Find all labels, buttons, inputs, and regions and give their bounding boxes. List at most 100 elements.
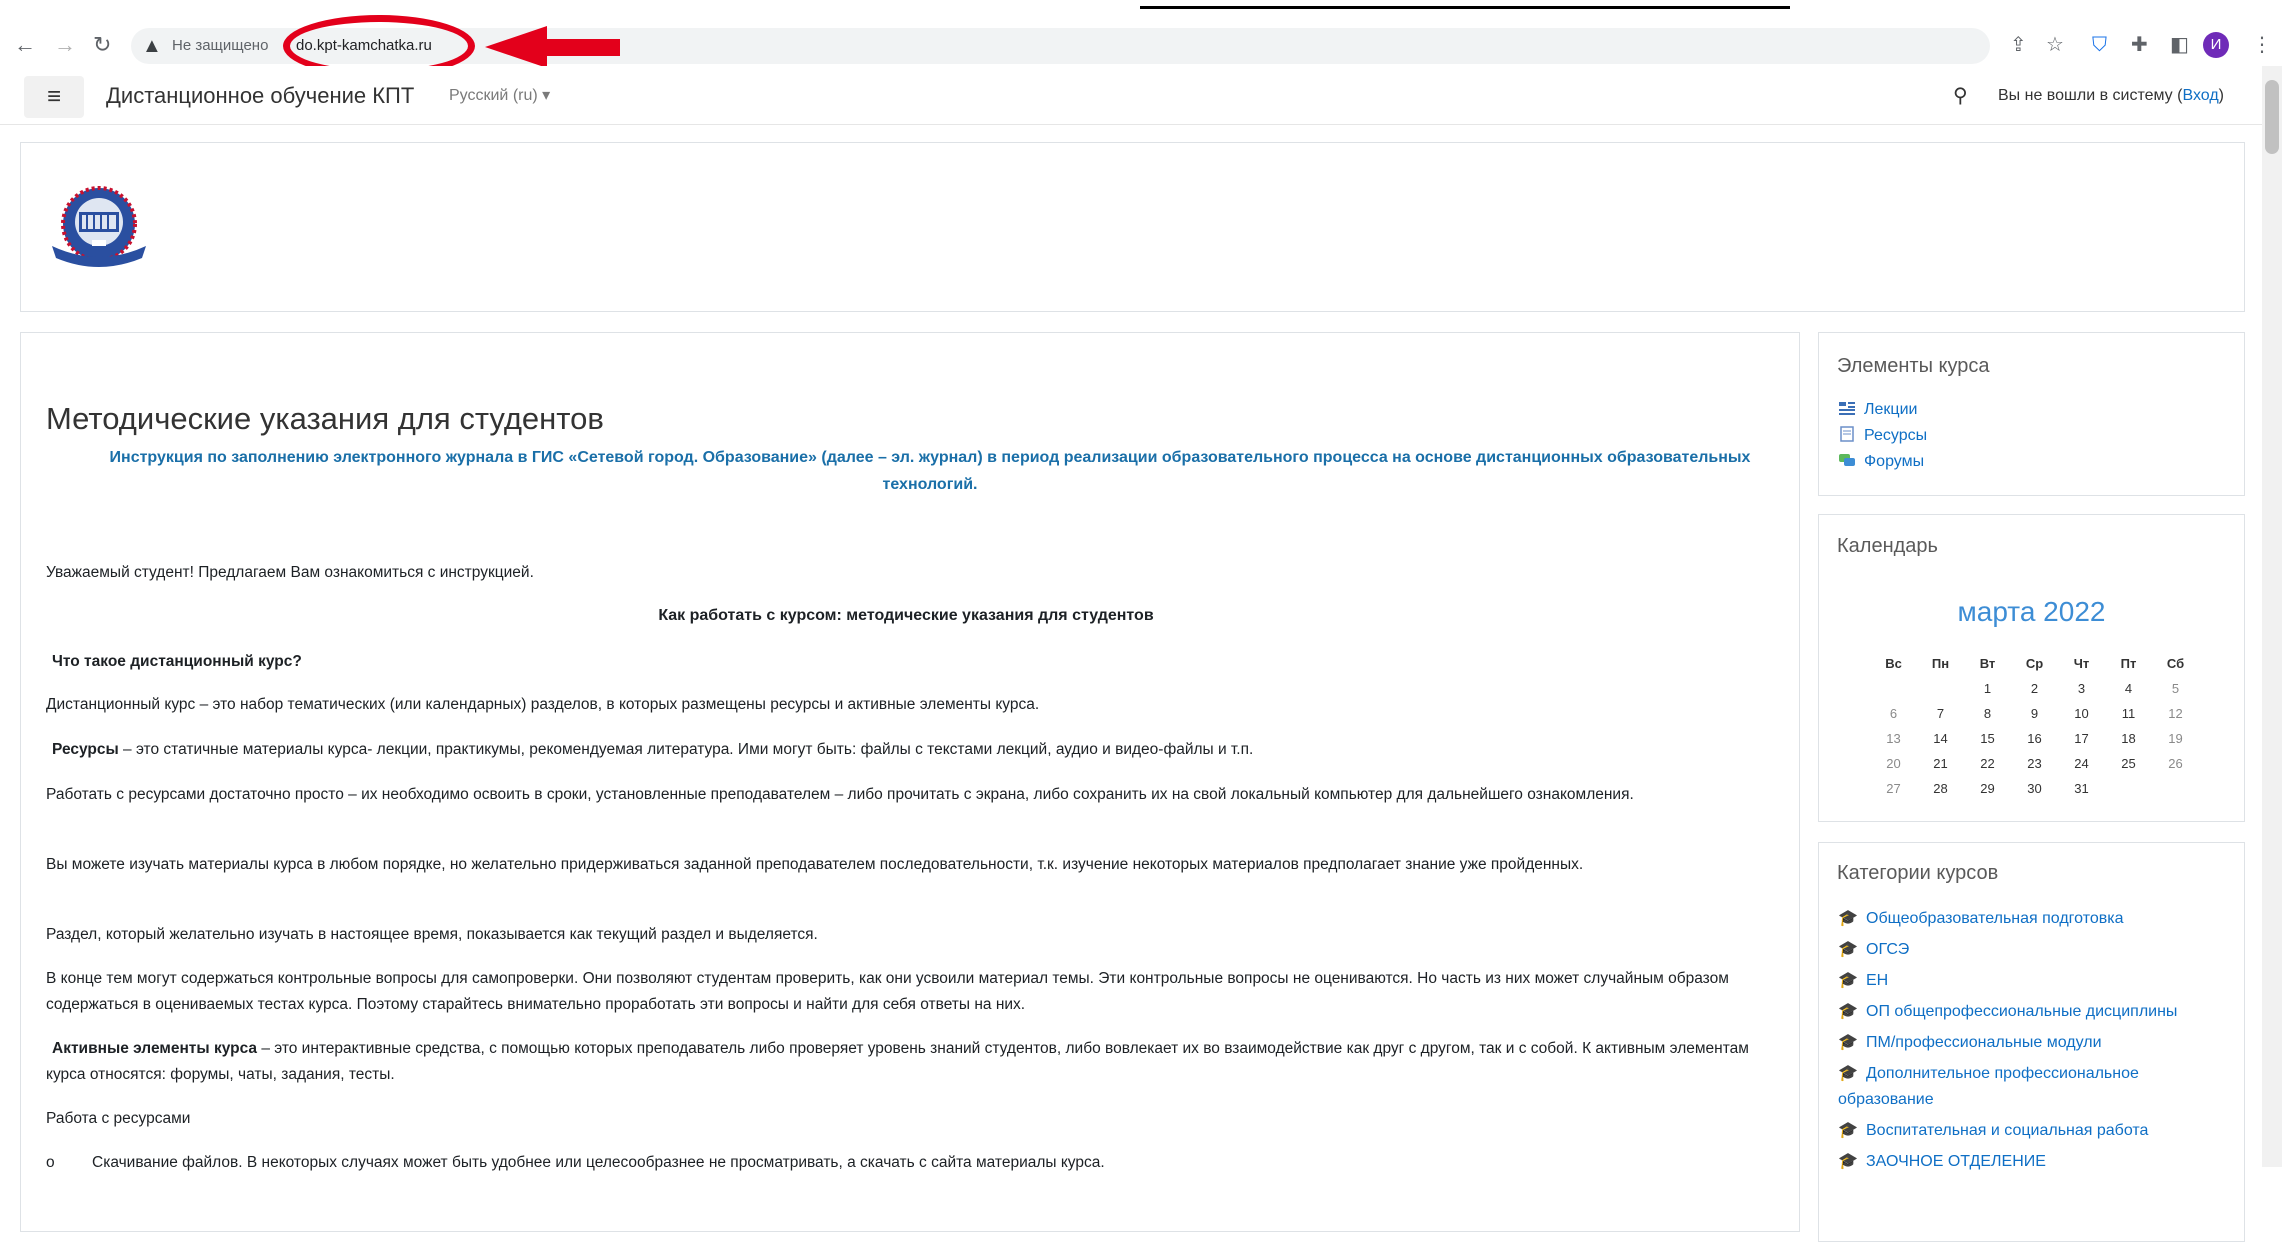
calendar-grid: Вс Пн Вт Ср Чт Пт Сб 1 2 3 4 5 6 7 8 9 1… <box>1870 650 2199 801</box>
calendar-day[interactable]: 12 <box>2152 701 2199 726</box>
calendar-day[interactable] <box>1870 676 1917 701</box>
calendar-week: 13 14 15 16 17 18 19 <box>1870 726 2199 751</box>
weekday: Ср <box>2025 655 2044 671</box>
calendar-day[interactable]: 9 <box>2011 701 2058 726</box>
weekday: Вт <box>1979 655 1996 671</box>
category-link[interactable]: 🎓 ЗАОЧНОЕ ОТДЕЛЕНИЕ <box>1838 1149 2238 1175</box>
search-icon[interactable]: ⚲ <box>1953 82 1968 110</box>
calendar-day[interactable]: 6 <box>1870 701 1917 726</box>
graduation-cap-icon: 🎓 <box>1838 1065 1858 1082</box>
calendar-day[interactable]: 22 <box>1964 751 2011 776</box>
calendar-day[interactable]: 25 <box>2105 751 2152 776</box>
calendar-day[interactable]: 8 <box>1964 701 2011 726</box>
annotation-arrow-head <box>485 26 547 68</box>
calendar-day[interactable]: 21 <box>1917 751 1964 776</box>
insecure-label[interactable]: Не защищено <box>172 34 268 58</box>
calendar-week: 6 7 8 9 10 11 12 <box>1870 701 2199 726</box>
page-scrollbar[interactable] <box>2262 66 2282 1167</box>
calendar-week: 1 2 3 4 5 <box>1870 676 2199 701</box>
calendar-day[interactable]: 14 <box>1917 726 1964 751</box>
calendar-day[interactable]: 28 <box>1917 776 1964 801</box>
star-icon[interactable]: ☆ <box>2046 30 2064 60</box>
resources-text: Ресурсы – это статичные материалы курса-… <box>52 741 1254 758</box>
calendar-title: Календарь <box>1837 535 1938 557</box>
reload-icon[interactable]: ↻ <box>93 30 111 60</box>
study-order-text: Вы можете изучать материалы курса в любо… <box>46 856 1584 873</box>
calendar-day[interactable]: 10 <box>2058 701 2105 726</box>
graduation-cap-icon: 🎓 <box>1838 972 1858 989</box>
calendar-day[interactable]: 20 <box>1870 751 1917 776</box>
scrollbar-thumb[interactable] <box>2265 80 2279 154</box>
calendar-day[interactable]: 29 <box>1964 776 2011 801</box>
calendar-day[interactable] <box>1917 676 1964 701</box>
how-to-heading: Как работать с курсом: методические указ… <box>658 607 1154 624</box>
graduation-cap-icon: 🎓 <box>1838 910 1858 927</box>
instruction-link[interactable]: Инструкция по заполнению электронного жу… <box>80 444 1780 498</box>
calendar-day[interactable]: 4 <box>2105 676 2152 701</box>
weekday: Пт <box>2120 655 2137 671</box>
course-element-forums[interactable]: Форумы <box>1838 450 1924 474</box>
course-definition-text: Дистанционный курс – это набор тематичес… <box>46 696 1040 713</box>
calendar-day[interactable]: 11 <box>2105 701 2152 726</box>
calendar-month[interactable]: марта 2022 <box>1818 592 2245 632</box>
calendar-day[interactable]: 7 <box>1917 701 1964 726</box>
weekday: Пн <box>1931 655 1950 671</box>
login-link[interactable]: Вход <box>2182 87 2218 104</box>
calendar-day[interactable]: 19 <box>2152 726 2199 751</box>
language-dropdown[interactable]: Русский (ru) ▾ <box>449 84 550 108</box>
category-link[interactable]: 🎓 Общеобразовательная подготовка <box>1838 906 2238 932</box>
calendar-day[interactable]: 1 <box>1964 676 2011 701</box>
graduation-cap-icon: 🎓 <box>1838 941 1858 958</box>
course-categories-title: Категории курсов <box>1837 862 1999 884</box>
category-link[interactable]: 🎓 ПМ/профессиональные модули <box>1838 1030 2238 1056</box>
calendar-day[interactable]: 3 <box>2058 676 2105 701</box>
calendar-day[interactable]: 23 <box>2011 751 2058 776</box>
calendar-day[interactable]: 31 <box>2058 776 2105 801</box>
course-element-lectures[interactable]: Лекции <box>1838 398 1917 422</box>
share-icon[interactable]: ⇪ <box>2010 30 2027 60</box>
login-status: Вы не вошли в систему (Вход) <box>1998 87 2224 104</box>
language-label: Русский (ru) <box>449 87 538 104</box>
warning-icon[interactable]: ▲ <box>142 32 162 60</box>
back-icon[interactable]: ← <box>14 30 36 60</box>
menu-dots-icon[interactable]: ⋮ <box>2252 30 2272 60</box>
lecture-icon <box>1839 402 1855 415</box>
calendar-day[interactable]: 30 <box>2011 776 2058 801</box>
category-link[interactable]: 🎓 Дополнительное профессиональное образов… <box>1838 1061 2238 1113</box>
calendar-day[interactable]: 15 <box>1964 726 2011 751</box>
category-link[interactable]: 🎓 ОП общепрофессиональные дисциплины <box>1838 999 2238 1025</box>
graduation-cap-icon: 🎓 <box>1838 1153 1858 1170</box>
category-link[interactable]: 🎓 Воспитательная и социальная работа <box>1838 1118 2238 1144</box>
calendar-day[interactable]: 26 <box>2152 751 2199 776</box>
calendar-day[interactable]: 18 <box>2105 726 2152 751</box>
calendar-week: 20 21 22 23 24 25 26 <box>1870 751 2199 776</box>
calendar-day[interactable]: 17 <box>2058 726 2105 751</box>
course-element-resources[interactable]: Ресурсы <box>1838 424 1927 448</box>
calendar-day[interactable] <box>2152 776 2199 801</box>
calendar-day[interactable]: 16 <box>2011 726 2058 751</box>
greeting-text: Уважаемый студент! Предлагаем Вам ознако… <box>46 564 534 581</box>
calendar-day[interactable]: 27 <box>1870 776 1917 801</box>
category-link[interactable]: 🎓 ЕН <box>1838 968 2238 994</box>
calendar-weekdays: Вс Пн Вт Ср Чт Пт Сб <box>1870 650 2199 676</box>
calendar-day[interactable]: 24 <box>2058 751 2105 776</box>
hamburger-menu-icon[interactable]: ≡ <box>24 76 84 118</box>
control-questions-text: В конце тем могут содержаться контрольны… <box>46 970 1729 1013</box>
site-name[interactable]: Дистанционное обучение КПТ <box>106 80 414 112</box>
puzzle-icon[interactable]: ✚ <box>2131 30 2148 60</box>
graduation-cap-icon: 🎓 <box>1838 1003 1858 1020</box>
college-logo-icon <box>52 186 146 267</box>
profile-avatar[interactable]: И <box>2203 32 2229 58</box>
calendar-day[interactable]: 13 <box>1870 726 1917 751</box>
category-link[interactable]: 🎓 ОГСЭ <box>1838 937 2238 963</box>
sidepanel-icon[interactable]: ◧ <box>2170 30 2189 60</box>
calendar-day[interactable]: 5 <box>2152 676 2199 701</box>
resources-term: Ресурсы <box>52 741 119 758</box>
bullet-marker: o <box>46 1154 55 1171</box>
annotation-underline <box>1140 6 1790 9</box>
forward-icon[interactable]: → <box>54 30 76 60</box>
shield-extension-icon[interactable]: ⛉ <box>2092 30 2107 60</box>
calendar-day[interactable] <box>2105 776 2152 801</box>
weekday: Сб <box>2166 655 2185 671</box>
calendar-day[interactable]: 2 <box>2011 676 2058 701</box>
